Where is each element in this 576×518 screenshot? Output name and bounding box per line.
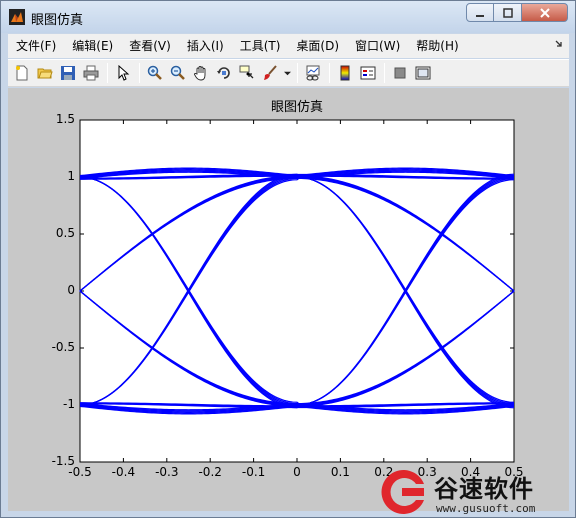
y-tick-label: 0 bbox=[67, 283, 75, 297]
y-tick-label: -1 bbox=[63, 397, 75, 411]
x-tick-label: -0.3 bbox=[155, 465, 179, 479]
watermark-logo-icon bbox=[381, 470, 424, 514]
x-tick-label: -0.4 bbox=[111, 465, 136, 479]
y-tick-label: 1 bbox=[67, 169, 75, 183]
axes[interactable] bbox=[0, 0, 576, 518]
y-tick-label: 1.5 bbox=[55, 112, 75, 126]
watermark: 谷速软件 www.gusuoft.com bbox=[378, 466, 576, 518]
watermark-name: 谷速软件 bbox=[434, 475, 534, 503]
x-tick-label: 0 bbox=[293, 465, 301, 479]
x-tick-label: 0.1 bbox=[330, 465, 350, 479]
watermark-url: www.gusuoft.com bbox=[436, 502, 536, 515]
x-tick-label: -0.1 bbox=[241, 465, 266, 479]
y-tick-label: -0.5 bbox=[51, 340, 75, 354]
x-tick-label: -0.5 bbox=[68, 465, 92, 479]
x-tick-label: -0.2 bbox=[198, 465, 222, 479]
y-tick-label: 0.5 bbox=[55, 226, 75, 240]
